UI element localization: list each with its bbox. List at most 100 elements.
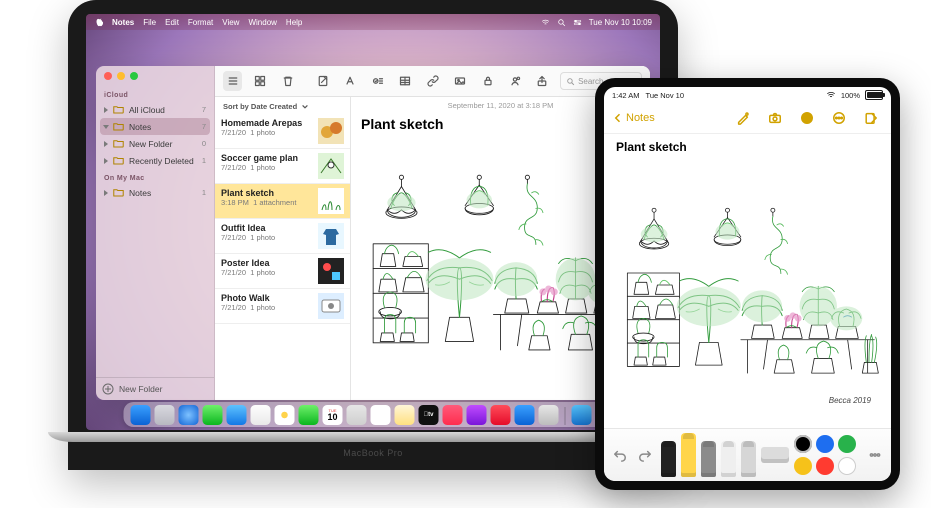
apple-icon[interactable]	[94, 18, 103, 27]
markup-tool-pencil[interactable]	[701, 441, 716, 477]
menubar-clock[interactable]: Tue Nov 10 10:09	[589, 18, 652, 27]
share-button[interactable]	[533, 71, 552, 91]
dock-news[interactable]	[491, 405, 511, 425]
dock-contacts[interactable]	[347, 405, 367, 425]
note-item-title: Outfit Idea	[221, 223, 314, 233]
notes-list-item[interactable]: Homemade Arepas 7/21/20 1 photo	[215, 114, 350, 149]
folder-name: Notes	[129, 122, 151, 132]
sort-label: Sort by Date Created	[223, 102, 297, 111]
markup-toggle[interactable]	[731, 106, 755, 130]
sidebar-group: On My Mac	[104, 175, 206, 182]
menubar-window[interactable]: Window	[248, 18, 276, 27]
menubar-help[interactable]: Help	[286, 18, 302, 27]
markup-tool-lasso[interactable]	[741, 441, 756, 477]
notes-list-item[interactable]: Photo Walk 7/21/20 1 photo	[215, 289, 350, 324]
media-button[interactable]	[450, 71, 469, 91]
menubar-format[interactable]: Format	[188, 18, 213, 27]
note-item-thumbnail	[318, 293, 344, 319]
table-button[interactable]	[396, 71, 415, 91]
notes-sidebar: iCloud All iCloud7 Notes7 New Folder0 Re…	[96, 66, 215, 400]
sidebar-group: iCloud	[104, 92, 206, 99]
markup-tool-pen[interactable]	[661, 441, 676, 477]
window-close-button[interactable]	[104, 72, 112, 80]
notes-list-item[interactable]: Plant sketch 3:18 PM 1 attachment	[215, 184, 350, 219]
compose-button[interactable]	[859, 106, 883, 130]
note-item-subtitle: 7/21/20 1 photo	[221, 163, 314, 172]
ipad-note-sketch[interactable]	[604, 154, 891, 428]
dock-photos[interactable]	[275, 405, 295, 425]
dock-reminders[interactable]	[371, 405, 391, 425]
notes-list-item[interactable]: Poster Idea 7/21/20 1 photo	[215, 254, 350, 289]
color-swatch[interactable]	[816, 435, 834, 453]
sidebar-folder[interactable]: Notes1	[100, 184, 210, 201]
new-note-button[interactable]	[313, 71, 332, 91]
color-swatch[interactable]	[794, 457, 812, 475]
view-gallery-button[interactable]	[250, 71, 269, 91]
notes-list-item[interactable]: Outfit Idea 7/21/20 1 photo	[215, 219, 350, 254]
dock-settings[interactable]	[539, 405, 559, 425]
menubar-app[interactable]: Notes	[112, 18, 134, 27]
sidebar-folder[interactable]: Notes7	[100, 118, 210, 135]
color-swatch[interactable]	[816, 457, 834, 475]
markup-tool-ruler[interactable]	[761, 447, 789, 463]
dock-separator	[565, 407, 566, 425]
wifi-icon	[826, 90, 836, 100]
color-swatch[interactable]	[838, 457, 856, 475]
checklist-button[interactable]	[368, 71, 387, 91]
dock-launchpad[interactable]	[155, 405, 175, 425]
menubar-edit[interactable]: Edit	[165, 18, 179, 27]
more-button[interactable]	[827, 106, 851, 130]
dock-appstore[interactable]	[515, 405, 535, 425]
window-minimize-button[interactable]	[117, 72, 125, 80]
spotlight-icon[interactable]	[557, 18, 566, 27]
color-swatch[interactable]	[794, 435, 812, 453]
dock-maps[interactable]	[251, 405, 271, 425]
sidebar-folder[interactable]: All iCloud7	[100, 101, 210, 118]
redo-button[interactable]	[635, 444, 655, 466]
sidebar-new-folder[interactable]: New Folder	[96, 377, 214, 400]
dock-tv[interactable]: tv	[419, 405, 439, 425]
dock-downloads[interactable]	[572, 405, 592, 425]
dock-calendar[interactable]: TUE10	[323, 405, 343, 425]
dock-safari[interactable]	[179, 405, 199, 425]
menubar-file[interactable]: File	[143, 18, 156, 27]
notes-list-item[interactable]: Soccer game plan 7/21/20 1 photo	[215, 149, 350, 184]
macbook-frame: Notes File Edit Format View Window Help …	[68, 0, 678, 470]
markup-more[interactable]	[865, 444, 885, 466]
undo-button[interactable]	[610, 444, 630, 466]
dock-mail[interactable]	[227, 405, 247, 425]
dock-podcasts[interactable]	[467, 405, 487, 425]
disclosure-triangle-icon	[103, 125, 109, 129]
dock-music[interactable]	[443, 405, 463, 425]
link-button[interactable]	[423, 71, 442, 91]
markup-tool-eraser[interactable]	[721, 441, 736, 477]
plus-circle-icon	[102, 383, 114, 395]
sidebar-folder[interactable]: Recently Deleted1	[100, 152, 210, 169]
dock-finder[interactable]	[131, 405, 151, 425]
window-zoom-button[interactable]	[130, 72, 138, 80]
back-button[interactable]: Notes	[612, 112, 655, 124]
macbook-label: MacBook Pro	[68, 448, 678, 458]
collaborate-button[interactable]	[505, 71, 524, 91]
dock-facetime[interactable]	[299, 405, 319, 425]
delete-note-button[interactable]	[278, 71, 297, 91]
sidebar-folder[interactable]: New Folder0	[100, 135, 210, 152]
folder-count: 1	[202, 188, 206, 197]
lock-button[interactable]	[478, 71, 497, 91]
collaborate-button[interactable]	[795, 106, 819, 130]
control-center-icon[interactable]	[573, 18, 582, 27]
menubar-view[interactable]: View	[222, 18, 239, 27]
dock-messages[interactable]	[203, 405, 223, 425]
note-item-subtitle: 7/21/20 1 photo	[221, 128, 314, 137]
format-button[interactable]	[341, 71, 360, 91]
dock-notes[interactable]	[395, 405, 415, 425]
notes-sort[interactable]: Sort by Date Created	[215, 97, 350, 114]
wifi-icon[interactable]	[541, 18, 550, 27]
ipad-note-title: Plant sketch	[604, 134, 891, 154]
markup-tool-marker[interactable]	[681, 433, 696, 477]
view-list-button[interactable]	[223, 71, 242, 91]
note-item-thumbnail	[318, 153, 344, 179]
camera-button[interactable]	[763, 106, 787, 130]
color-swatch[interactable]	[838, 435, 856, 453]
note-item-thumbnail	[318, 188, 344, 214]
